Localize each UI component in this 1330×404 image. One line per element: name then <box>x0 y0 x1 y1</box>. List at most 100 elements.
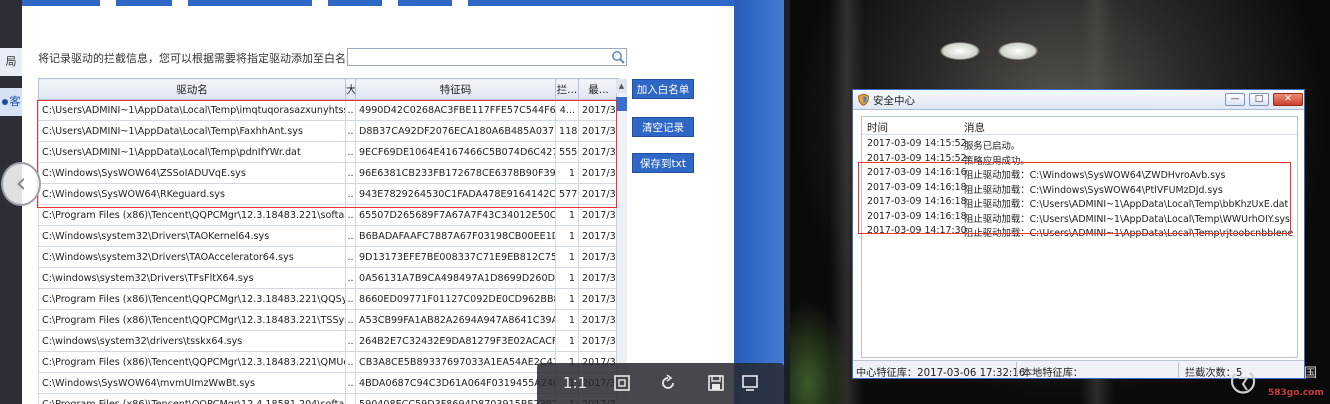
table-row[interactable]: C:\Windows\system32\Drivers\TAOAccelerat… <box>38 246 619 268</box>
log-time: 2017-03-09 14:16:16 <box>867 167 967 178</box>
previous-image-button[interactable]: ‹ <box>1 162 41 206</box>
fullscreen-button[interactable] <box>737 363 763 404</box>
log-time: 2017-03-09 14:15:52 <box>867 138 967 149</box>
scroll-thumb[interactable] <box>616 97 627 111</box>
table-row[interactable]: C:\windows\system32\Drivers\TFsFltX64.sy… <box>38 267 619 289</box>
col-time[interactable]: 时间 <box>867 120 888 135</box>
scroll-up-icon[interactable]: ▲ <box>616 79 627 93</box>
list-item[interactable]: 2017-03-09 14:16:18 阻止驱动加载：C:\Users\ADMIN… <box>862 211 1297 225</box>
cell-driver-name: C:\Windows\SysWOW64\RKeguard.sys <box>38 183 346 205</box>
cell-block-count: 555 <box>555 141 579 163</box>
cell-block-count: 1 <box>555 246 579 268</box>
log-list-header: 时间 消息 <box>862 117 1297 135</box>
list-item[interactable]: 2017-03-09 14:15:52 服务已启动。 <box>862 138 1297 152</box>
col-last-time[interactable]: 最... <box>578 78 619 100</box>
rotate-button[interactable] <box>655 363 681 404</box>
col-size[interactable]: 大 <box>345 78 356 100</box>
col-block-count[interactable]: 拦... <box>555 78 579 100</box>
save-txt-button[interactable]: 保存到txt <box>632 153 694 173</box>
log-message: 阻止驱动加载：C:\Windows\SysWOW64\ZWDHvroAvb.sy… <box>964 170 1226 181</box>
log-time: 2017-03-09 14:16:18 <box>867 196 967 207</box>
col-message[interactable]: 消息 <box>964 120 985 135</box>
cell-size: .. <box>345 393 356 404</box>
table-row[interactable]: C:\Program Files (x86)\Tencent\QQPCMgr\1… <box>38 309 619 331</box>
log-message: 策略应用成功。 <box>964 155 1030 167</box>
cell-signature: CB3A8CE5B89337697033A1EA54AE2C41 <box>355 351 556 373</box>
cell-size: .. <box>345 267 356 289</box>
minimize-icon: — <box>1230 94 1240 104</box>
cell-size: .. <box>345 183 356 205</box>
table-row[interactable]: C:\Windows\SysWOW64\RKeguard.sys.. 943E78… <box>38 183 619 205</box>
save-icon <box>708 375 724 391</box>
table-row[interactable]: C:\Program Files (x86)\Tencent\QQPCMgr\1… <box>38 204 619 226</box>
cell-driver-name: C:\Users\ADMINI~1\AppData\Local\Temp\pdn… <box>38 141 346 163</box>
cell-signature: B6BADAFAAFC7887A67F03198CB00EE1D <box>355 225 556 247</box>
nav-tab-current[interactable]: 客 <box>0 88 22 116</box>
cell-last-time: 2017/3 <box>578 162 619 184</box>
maximize-button[interactable]: □ <box>1249 93 1269 106</box>
monitor-icon <box>742 375 758 391</box>
cell-last-time: 2017/3 <box>578 330 619 352</box>
table-row[interactable]: C:\Program Files (x86)\Tencent\QQPCMgr\1… <box>38 393 619 404</box>
cell-block-count: 1 <box>555 225 579 247</box>
list-item[interactable]: 2017-03-09 14:15:52 策略应用成功。 <box>862 153 1297 167</box>
list-item[interactable]: 2017-03-09 14:17:30 阻止驱动加载：C:\Users\ADMIN… <box>862 225 1297 239</box>
close-button[interactable]: ✕ <box>1273 93 1303 106</box>
cell-size: .. <box>345 99 356 121</box>
table-row[interactable]: C:\Windows\SysWOW64\mvmUImzWwBt.sys.. 4BD… <box>38 372 619 394</box>
fit-window-button[interactable] <box>609 363 635 404</box>
log-message: 阻止驱动加载：C:\Users\ADMINI~1\AppData\Local\T… <box>964 213 1290 225</box>
cell-size: .. <box>345 246 356 268</box>
col-driver-name[interactable]: 驱动名 <box>38 78 346 100</box>
add-whitelist-button[interactable]: 加入白名单 <box>632 79 694 99</box>
log-list[interactable]: 时间 消息 2017-03-09 14:15:52 服务已启动。 2017-03-0… <box>861 116 1298 358</box>
cell-driver-name: C:\Users\ADMINI~1\AppData\Local\Temp\imq… <box>38 99 346 121</box>
table-row[interactable]: C:\Program Files (x86)\Tencent\QQPCMgr\1… <box>38 351 619 373</box>
cell-driver-name: C:\Program Files (x86)\Tencent\QQPCMgr\1… <box>38 351 346 373</box>
table-scrollbar[interactable] <box>616 79 627 399</box>
log-time: 2017-03-09 14:15:52 <box>867 152 967 164</box>
cell-signature: 4990D42C0268AC3FBE117FFE57C544F6 <box>355 99 556 121</box>
cell-block-count: 1 <box>555 267 579 289</box>
cell-driver-name: C:\Program Files (x86)\Tencent\QQPCMgr\1… <box>38 288 346 310</box>
save-image-button[interactable] <box>703 363 729 404</box>
cell-last-time: 2017/3 <box>578 288 619 310</box>
table-row[interactable]: C:\Windows\system32\Drivers\TAOKernel64.… <box>38 225 619 247</box>
cell-signature: 4BDA0687C94C3D61A064F0319455A246 <box>355 372 556 394</box>
table-row[interactable]: C:\Users\ADMINI~1\AppData\Local\Temp\imq… <box>38 99 619 121</box>
actual-size-button[interactable]: 1:1 <box>561 363 589 404</box>
list-item[interactable]: 2017-03-09 14:16:18 阻止驱动加载：C:\Users\ADMIN… <box>862 196 1297 210</box>
cell-size: .. <box>345 225 356 247</box>
close-icon: ✕ <box>1284 94 1292 104</box>
nav-tab-upper[interactable]: 局 <box>0 48 22 76</box>
cell-signature: 9D13173EFE7BE008337C71E9EB812C75 <box>355 246 556 268</box>
cell-block-count: 118 <box>555 120 579 142</box>
photo-eye-glow <box>998 42 1038 60</box>
table-row[interactable]: C:\Program Files (x86)\Tencent\QQPCMgr\1… <box>38 288 619 310</box>
photo-foliage <box>790 300 850 404</box>
table-row[interactable]: C:\Windows\SysWOW64\ZSSoIADUVqE.sys.. 96E… <box>38 162 619 184</box>
fit-window-icon <box>614 375 630 391</box>
log-message: 阻止驱动加载：C:\Users\ADMINI~1\AppData\Local\T… <box>964 228 1294 239</box>
cell-size: .. <box>345 120 356 142</box>
list-item[interactable]: 2017-03-09 14:16:16 阻止驱动加载：C:\Windows\Sys… <box>862 167 1297 181</box>
search-input[interactable] <box>347 48 627 66</box>
list-item[interactable]: 2017-03-09 14:16:18 阻止驱动加载：C:\Windows\Sys… <box>862 182 1297 196</box>
cell-block-count: 1 <box>555 204 579 226</box>
panel-hint-text: 将记录驱动的拦截信息，您可以根据需要将指定驱动添加至白名单。 <box>38 52 368 65</box>
search-icon[interactable] <box>611 50 625 64</box>
clear-records-button[interactable]: 清空记录 <box>632 117 694 137</box>
table-row[interactable]: C:\Users\ADMINI~1\AppData\Local\Temp\Fax… <box>38 120 619 142</box>
minimize-button[interactable]: — <box>1225 93 1245 106</box>
cell-signature: 9ECF69DE1064E4167466C5B074D6C427 <box>355 141 556 163</box>
cell-signature: 590408ECC59D3F8694D8703915BE23B7 <box>355 393 556 404</box>
table-row[interactable]: C:\windows\system32\drivers\tsskx64.sys.… <box>38 330 619 352</box>
shield-icon <box>858 93 869 106</box>
col-signature[interactable]: 特征码 <box>355 78 556 100</box>
cell-driver-name: C:\windows\system32\Drivers\TFsFltX64.sy… <box>38 267 346 289</box>
log-message: 服务已启动。 <box>964 141 1021 152</box>
window-titlebar[interactable]: 安全中心 — □ ✕ <box>853 90 1304 110</box>
cell-driver-name: C:\Program Files (x86)\Tencent\QQPCMgr\1… <box>38 393 346 404</box>
table-row[interactable]: C:\Users\ADMINI~1\AppData\Local\Temp\pdn… <box>38 141 619 163</box>
center-signature-lib: 中心特征库：2017-03-06 17:32:16 <box>856 368 1026 379</box>
